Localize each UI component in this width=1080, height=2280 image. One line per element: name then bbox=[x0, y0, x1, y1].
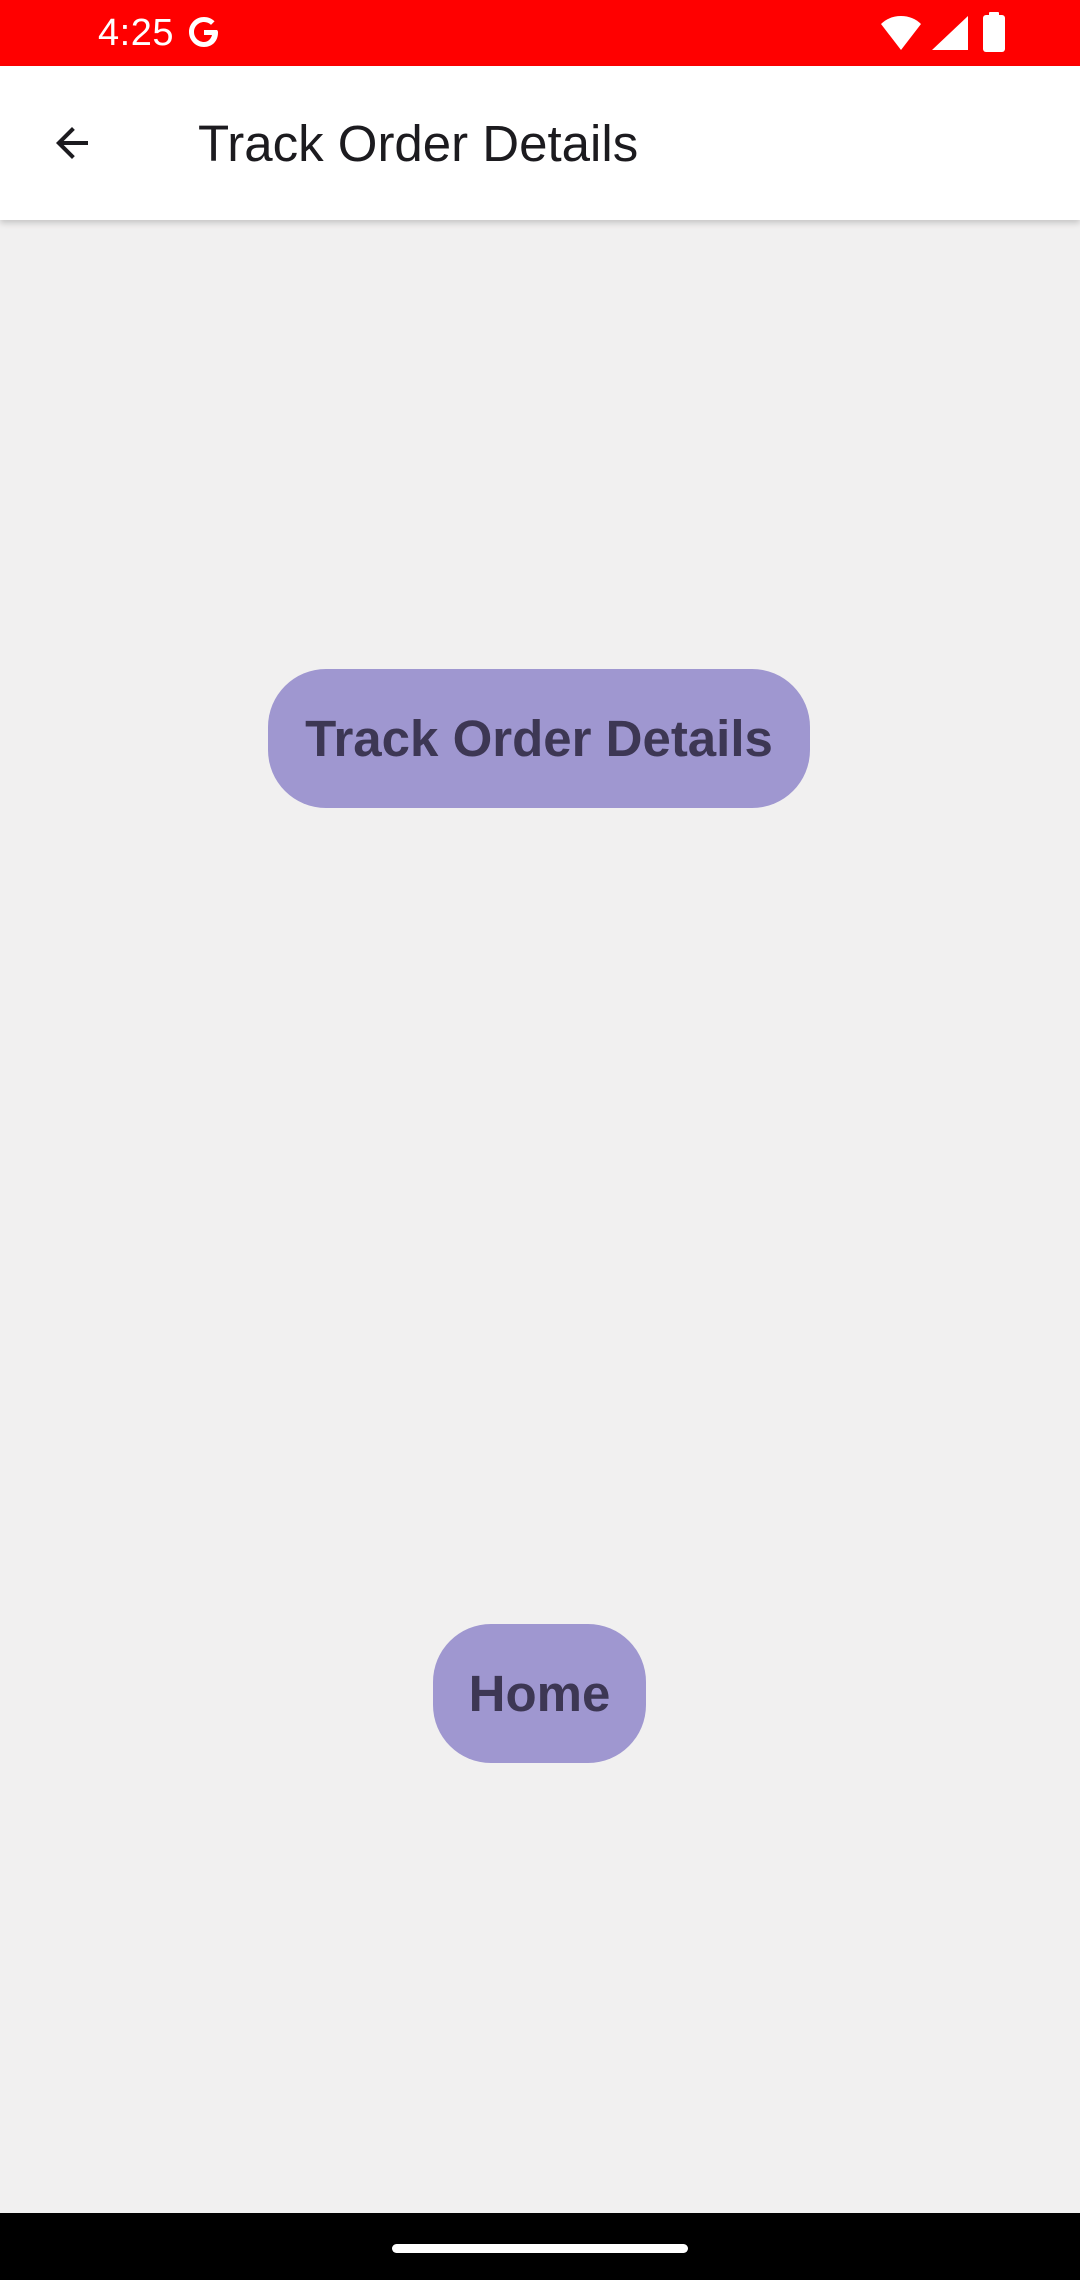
back-button[interactable] bbox=[36, 107, 108, 179]
home-button[interactable]: Home bbox=[433, 1624, 646, 1763]
status-bar: 4:25 bbox=[0, 0, 1080, 66]
google-g-icon bbox=[184, 12, 224, 52]
page-title: Track Order Details bbox=[198, 115, 639, 172]
screen: 4:25 Track Order Details Track Order Det… bbox=[0, 0, 1080, 2280]
signal-icon bbox=[930, 14, 970, 52]
navigation-bar bbox=[0, 2213, 1080, 2280]
track-order-details-button[interactable]: Track Order Details bbox=[268, 669, 810, 808]
app-bar: Track Order Details bbox=[0, 66, 1080, 220]
arrow-back-icon bbox=[48, 119, 96, 167]
home-indicator[interactable] bbox=[392, 2244, 688, 2253]
wifi-icon bbox=[880, 14, 922, 52]
status-time: 4:25 bbox=[98, 12, 174, 54]
battery-icon bbox=[982, 12, 1006, 52]
